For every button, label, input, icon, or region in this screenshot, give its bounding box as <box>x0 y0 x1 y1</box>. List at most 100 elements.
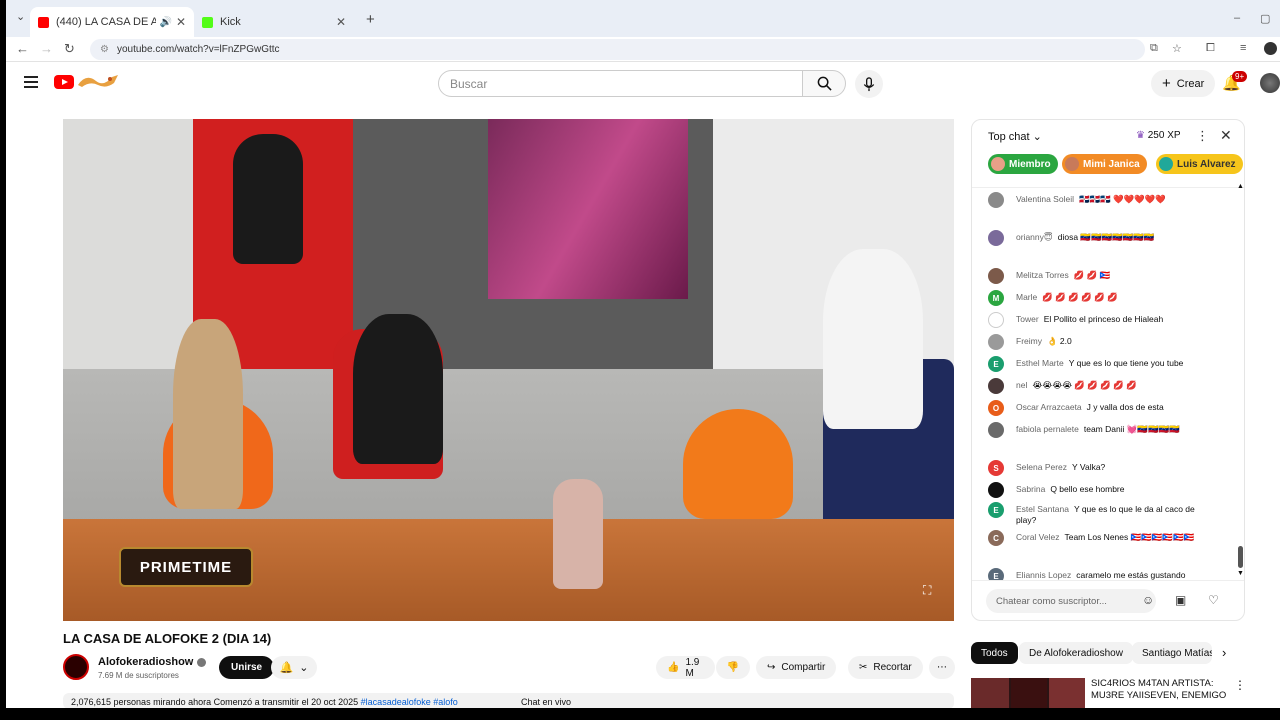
bookmark-star-icon[interactable]: ☆ <box>1172 42 1182 55</box>
site-info-icon[interactable]: ⚙ <box>100 44 109 55</box>
like-button[interactable]: 👍 1.9 M <box>656 656 715 679</box>
search-input[interactable]: Buscar <box>438 70 803 97</box>
chat-author-name[interactable]: orianny😇 <box>1016 232 1053 242</box>
chat-author-avatar[interactable]: O <box>988 400 1004 416</box>
chat-author-name[interactable]: Marle <box>1016 292 1037 302</box>
chat-message-text: 😭😭😭😭 💋 💋 💋 💋 💋 <box>1032 380 1137 390</box>
xp-indicator[interactable]: ♛ 250 XP <box>1136 130 1181 141</box>
chat-author-avatar[interactable] <box>988 482 1004 498</box>
scroll-down-icon[interactable]: ▼ <box>1237 570 1244 577</box>
address-bar: ← → ↻ ⚙ youtube.com/watch?v=lFnZPGwGttc … <box>6 37 1280 62</box>
reload-icon[interactable]: ↻ <box>64 41 75 57</box>
chat-author-name[interactable]: Melitza Torres <box>1016 270 1069 280</box>
chat-live-section[interactable]: Chat en vivo <box>513 693 954 709</box>
chat-author-avatar[interactable] <box>988 422 1004 438</box>
chat-author-avatar[interactable] <box>988 268 1004 284</box>
url-field[interactable]: ⚙ youtube.com/watch?v=lFnZPGwGttc <box>90 39 1145 60</box>
chat-message-body: orianny😇 diosa 🇻🇪🇻🇪🇻🇪🇻🇪🇻🇪🇻🇪🇻🇪 <box>1016 232 1216 243</box>
close-chat-icon[interactable]: ✕ <box>1220 127 1232 144</box>
voice-search-button[interactable] <box>855 70 883 98</box>
share-button[interactable]: ↪ Compartir <box>756 656 837 679</box>
media-icon[interactable]: ≡ <box>1240 42 1246 54</box>
menu-icon[interactable] <box>24 76 38 91</box>
chat-author-name[interactable]: nel <box>1016 380 1027 390</box>
forward-icon[interactable]: → <box>40 41 53 56</box>
dislike-button[interactable]: 👎 <box>716 656 750 679</box>
chip-label: Luis Alvarez <box>1177 158 1236 170</box>
chat-author-name[interactable]: Eliannis Lopez <box>1016 570 1071 580</box>
chat-scrollbar[interactable] <box>1238 546 1243 568</box>
description-tags[interactable]: #lacasadealofoke #alofo <box>361 697 458 707</box>
doodle-icon[interactable] <box>76 71 120 91</box>
filter-chip-channel[interactable]: De Alofokeradioshow <box>1019 642 1133 664</box>
profile-avatar[interactable] <box>1264 42 1277 55</box>
close-tab-icon[interactable]: ✕ <box>336 15 346 29</box>
create-button[interactable]: + Crear <box>1151 70 1216 97</box>
chat-author-name[interactable]: Oscar Arrazcaeta <box>1016 402 1082 412</box>
chat-author-avatar[interactable] <box>988 192 1004 208</box>
chat-author-avatar[interactable] <box>988 334 1004 350</box>
chat-message-body: Selena Perez Y Valka? <box>1016 462 1216 473</box>
clip-button[interactable]: ✂ Recortar <box>848 656 923 679</box>
chat-author-name[interactable]: fabiola pernalete <box>1016 424 1079 434</box>
chat-author-avatar[interactable]: E <box>988 568 1004 580</box>
heart-icon[interactable]: ♡ <box>1208 593 1219 607</box>
join-button[interactable]: Unirse <box>219 656 275 679</box>
chat-author-name[interactable]: Selena Perez <box>1016 462 1067 472</box>
maximize-icon[interactable]: ▢ <box>1260 12 1270 25</box>
chat-author-name[interactable]: Valentina Soleil <box>1016 194 1074 204</box>
emoji-icon[interactable]: ☺ <box>1142 593 1154 607</box>
youtube-logo[interactable] <box>54 75 74 89</box>
chat-author-name[interactable]: Coral Velez <box>1016 532 1059 542</box>
recommendation-thumbnail[interactable] <box>971 678 1085 708</box>
window-frame-bottom <box>0 708 1280 720</box>
tab-search-icon[interactable]: ⌄ <box>16 10 25 23</box>
account-avatar[interactable] <box>1260 73 1280 93</box>
chat-messages[interactable]: Valentina Soleil 🇩🇴🇩🇴🇩🇴 ❤️❤️❤️❤️❤️ orianny… <box>972 188 1244 580</box>
minimize-icon[interactable]: – <box>1234 12 1240 24</box>
chat-author-name[interactable]: Sabrina <box>1016 484 1045 494</box>
chat-chip-luis[interactable]: Luis Alvarez <box>1156 154 1243 174</box>
more-actions-button[interactable]: ⋯ <box>929 656 955 679</box>
chat-chip-member[interactable]: Miembro <box>988 154 1058 174</box>
close-tab-icon[interactable]: ✕ <box>176 15 186 29</box>
extensions-icon[interactable]: ⧠ <box>1206 42 1215 55</box>
cast-icon[interactable]: ⧉ <box>1150 42 1158 55</box>
super-chat-icon[interactable]: ▣ <box>1175 593 1186 607</box>
back-icon[interactable]: ← <box>16 41 29 56</box>
video-player[interactable]: PRIMETIME ⛶ <box>63 119 954 621</box>
chat-author-avatar[interactable]: M <box>988 290 1004 306</box>
filter-chip-santiago[interactable]: Santiago Matías <box>1132 642 1212 664</box>
chat-author-name[interactable]: Tower <box>1016 314 1039 324</box>
filter-chip-all[interactable]: Todos <box>971 642 1018 664</box>
tab-youtube[interactable]: (440) LA CASA DE ALOFOKE 🔊 ✕ <box>30 7 194 37</box>
chat-author-name[interactable]: Esthel Marte <box>1016 358 1064 368</box>
youtube-favicon <box>38 16 49 28</box>
scroll-up-icon[interactable]: ▲ <box>1237 183 1244 190</box>
chat-author-name[interactable]: Freimy <box>1016 336 1042 346</box>
fullscreen-icon[interactable]: ⛶ <box>923 583 931 598</box>
chat-author-avatar[interactable] <box>988 378 1004 394</box>
channel-name[interactable]: Alofokeradioshow <box>98 656 207 668</box>
tab-kick[interactable]: Kick ✕ <box>194 7 354 37</box>
chat-author-avatar[interactable] <box>988 230 1004 246</box>
chevron-right-icon[interactable]: › <box>1222 645 1226 660</box>
chat-author-avatar[interactable]: E <box>988 356 1004 372</box>
search-button[interactable] <box>802 70 846 97</box>
scissors-icon: ✂ <box>859 662 868 673</box>
new-tab-icon[interactable]: + <box>366 11 375 28</box>
chat-author-avatar[interactable] <box>988 312 1004 328</box>
notifications-dropdown-button[interactable]: 🔔 ⌄ <box>271 656 317 679</box>
chat-author-name[interactable]: Estel Santana <box>1016 504 1069 514</box>
channel-avatar[interactable] <box>63 654 89 680</box>
chat-message-body: Sabrina Q bello ese hombre <box>1016 484 1216 495</box>
chat-author-avatar[interactable]: C <box>988 530 1004 546</box>
chat-author-avatar[interactable]: E <box>988 502 1004 518</box>
chat-mode-selector[interactable]: Top chat ⌄ <box>988 130 1042 143</box>
recommendation-more-icon[interactable]: ⋮ <box>1234 678 1246 692</box>
chat-author-avatar[interactable]: S <box>988 460 1004 476</box>
chat-input[interactable]: Chatear como suscriptor... <box>986 589 1156 613</box>
chat-more-icon[interactable]: ⋮ <box>1196 128 1209 144</box>
audio-icon[interactable]: 🔊 <box>160 17 172 28</box>
chat-chip-mimi[interactable]: Mimi Janica <box>1062 154 1147 174</box>
